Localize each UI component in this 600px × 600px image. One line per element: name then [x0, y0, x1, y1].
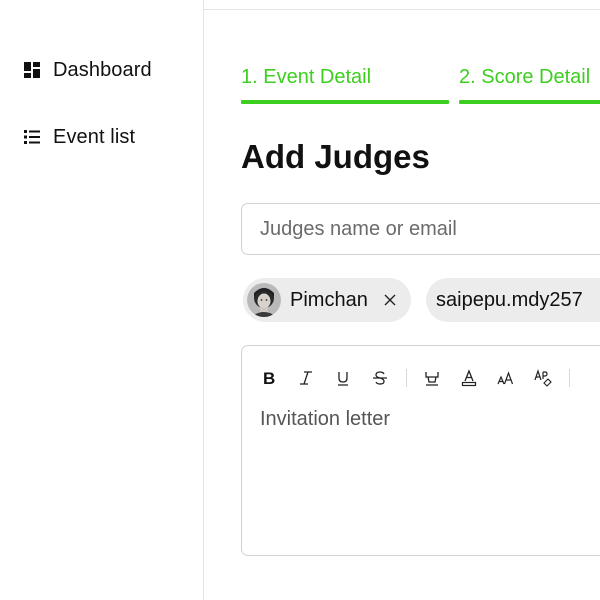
- italic-icon[interactable]: [293, 365, 319, 391]
- svg-text:B: B: [263, 369, 275, 387]
- dashboard-icon: [23, 61, 41, 79]
- judge-chip-name: saipepu.mdy257: [436, 288, 583, 311]
- font-size-icon[interactable]: [493, 365, 519, 391]
- page-title: Add Judges: [241, 138, 430, 175]
- judge-chip-name: Pimchan: [290, 288, 368, 311]
- bold-icon[interactable]: B: [256, 365, 282, 391]
- editor-placeholder: Invitation letter: [260, 408, 391, 430]
- highlight-icon[interactable]: [419, 365, 445, 391]
- toolbar-divider: [406, 369, 407, 387]
- close-icon[interactable]: [382, 292, 398, 308]
- step-score-detail[interactable]: 2. Score Detail: [459, 66, 600, 106]
- step-event-detail[interactable]: 1. Event Detail: [241, 66, 449, 106]
- judge-search-input[interactable]: [242, 204, 600, 254]
- sidebar-item-label: Dashboard: [53, 58, 152, 81]
- underline-icon[interactable]: [330, 365, 356, 391]
- sidebar-item-label: Event list: [53, 125, 136, 148]
- strikethrough-icon[interactable]: [367, 365, 393, 391]
- judge-chip[interactable]: Pimchan: [243, 278, 411, 322]
- judge-search-field[interactable]: [241, 203, 600, 255]
- sidebar-item-dashboard[interactable]: Dashboard: [23, 57, 152, 83]
- text-color-icon[interactable]: [456, 365, 482, 391]
- judge-chip[interactable]: saipepu.mdy257: [426, 278, 600, 322]
- toolbar-divider: [569, 369, 570, 387]
- list-icon: [23, 128, 41, 146]
- editor-toolbar: B: [256, 364, 582, 392]
- invitation-editor[interactable]: B Invitation letter: [241, 345, 600, 556]
- avatar: [247, 283, 281, 317]
- step-label: 2. Score Detail: [459, 66, 591, 88]
- step-progress-bar: [241, 100, 449, 104]
- clear-format-icon[interactable]: [530, 365, 556, 391]
- sidebar: Dashboard Event list: [0, 0, 204, 600]
- sidebar-item-event-list[interactable]: Event list: [23, 124, 135, 150]
- step-progress-bar: [459, 100, 600, 104]
- main-content: 1. Event Detail 2. Score Detail Add Judg…: [205, 0, 600, 600]
- step-label: 1. Event Detail: [241, 66, 372, 88]
